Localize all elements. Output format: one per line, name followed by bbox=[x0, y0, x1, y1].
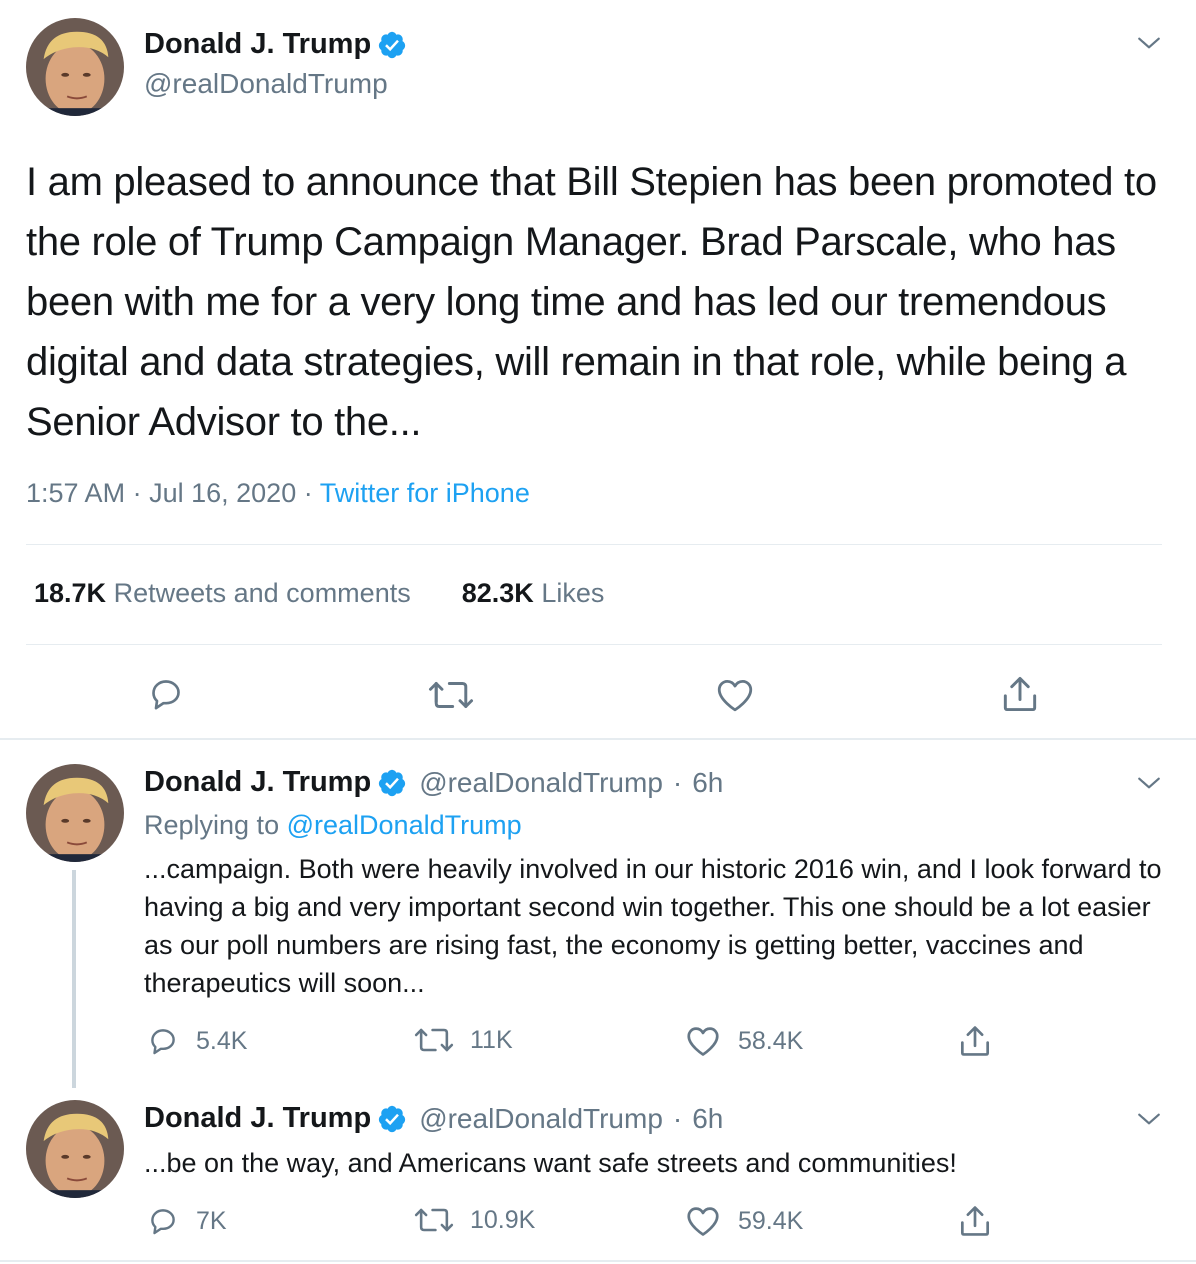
share-button[interactable] bbox=[956, 1202, 994, 1240]
main-tweet[interactable]: Donald J. Trump @realDonaldTrump I am pl… bbox=[0, 0, 1196, 740]
tweet-text: I am pleased to announce that Bill Stepi… bbox=[26, 160, 1157, 444]
share-button[interactable] bbox=[998, 672, 1042, 716]
reply-icon bbox=[146, 1204, 180, 1238]
likes-count: 82.3K bbox=[461, 578, 534, 608]
retweet-count: 10.9K bbox=[470, 1205, 536, 1234]
divider bbox=[26, 644, 1162, 645]
meta-separator: · bbox=[672, 766, 683, 798]
retweet-icon bbox=[428, 676, 474, 714]
avatar[interactable] bbox=[26, 764, 124, 862]
tweet-stats: 18.7K Retweets and comments 82.3K Likes bbox=[34, 578, 604, 609]
like-count: 58.4K bbox=[738, 1026, 804, 1055]
likes-stat[interactable]: 82.3K Likes bbox=[462, 578, 605, 608]
tweet-thread: Donald J. Trump @realDonaldTrump I am pl… bbox=[0, 0, 1196, 1264]
author-handle[interactable]: @realDonaldTrump bbox=[419, 1103, 663, 1135]
retweets-count: 18.7K bbox=[34, 578, 107, 608]
meta-separator: · bbox=[672, 1102, 683, 1134]
chevron-down-icon[interactable] bbox=[1136, 1106, 1162, 1132]
reply-count: 7K bbox=[196, 1206, 227, 1235]
time-ago[interactable]: 6h bbox=[692, 1103, 723, 1135]
retweet-count: 11K bbox=[470, 1025, 513, 1054]
like-button[interactable]: 58.4K bbox=[684, 1022, 803, 1060]
share-button[interactable] bbox=[956, 1022, 994, 1060]
tweet-text: ...campaign. Both were heavily involved … bbox=[144, 854, 1162, 998]
avatar[interactable] bbox=[26, 1100, 124, 1198]
like-button[interactable]: 59.4K bbox=[684, 1202, 803, 1240]
verified-badge-icon bbox=[377, 1104, 407, 1134]
share-icon bbox=[956, 1022, 994, 1060]
reply-button[interactable]: 7K bbox=[146, 1204, 227, 1238]
like-icon bbox=[684, 1202, 722, 1240]
author-handle[interactable]: @realDonaldTrump bbox=[419, 767, 663, 799]
reply-button[interactable]: 5.4K bbox=[146, 1024, 247, 1058]
replying-prefix: Replying to bbox=[144, 810, 280, 840]
retweet-button[interactable] bbox=[428, 676, 474, 714]
like-icon bbox=[684, 1022, 722, 1060]
replying-to: Replying to @realDonaldTrump bbox=[144, 810, 522, 841]
thread-line bbox=[72, 870, 76, 1088]
time-ago[interactable]: 6h bbox=[692, 767, 723, 799]
verified-badge-icon bbox=[377, 30, 407, 60]
tweet-source[interactable]: Twitter for iPhone bbox=[320, 478, 530, 508]
author-row: Donald J. Trump @realDonaldTrump · 6h bbox=[144, 766, 723, 799]
divider bbox=[26, 544, 1162, 545]
share-icon bbox=[956, 1202, 994, 1240]
divider bbox=[0, 1260, 1196, 1262]
avatar[interactable] bbox=[26, 18, 124, 116]
replying-to-link[interactable]: @realDonaldTrump bbox=[287, 810, 522, 840]
chevron-down-icon[interactable] bbox=[1136, 30, 1162, 56]
likes-label: Likes bbox=[541, 578, 605, 608]
author-row: Donald J. Trump bbox=[144, 28, 407, 61]
author-name[interactable]: Donald J. Trump bbox=[144, 1102, 371, 1135]
like-icon bbox=[714, 674, 756, 716]
meta-separator: · bbox=[303, 478, 313, 508]
share-icon bbox=[998, 672, 1042, 716]
tweet-text: ...be on the way, and Americans want saf… bbox=[144, 1148, 957, 1178]
chevron-down-icon[interactable] bbox=[1136, 770, 1162, 796]
author-name[interactable]: Donald J. Trump bbox=[144, 766, 371, 799]
tweet-meta: 1:57 AM · Jul 16, 2020 · Twitter for iPh… bbox=[26, 478, 530, 509]
retweet-icon bbox=[414, 1204, 454, 1236]
retweet-icon bbox=[414, 1024, 454, 1056]
author-handle[interactable]: @realDonaldTrump bbox=[144, 68, 388, 100]
retweets-label: Retweets and comments bbox=[113, 578, 411, 608]
like-count: 59.4K bbox=[738, 1206, 804, 1235]
tweet-time[interactable]: 1:57 AM bbox=[26, 478, 125, 508]
author-name[interactable]: Donald J. Trump bbox=[144, 28, 371, 61]
reply-icon bbox=[146, 674, 186, 714]
meta-separator: · bbox=[132, 478, 142, 508]
retweets-stat[interactable]: 18.7K Retweets and comments bbox=[34, 578, 411, 608]
reply-count: 5.4K bbox=[196, 1026, 248, 1055]
tweet-date[interactable]: Jul 16, 2020 bbox=[149, 478, 296, 508]
like-button[interactable] bbox=[714, 674, 756, 716]
retweet-button[interactable]: 11K bbox=[414, 1024, 513, 1056]
reply-button[interactable] bbox=[146, 674, 186, 714]
reply-icon bbox=[146, 1024, 180, 1058]
retweet-button[interactable]: 10.9K bbox=[414, 1204, 535, 1236]
author-row: Donald J. Trump @realDonaldTrump · 6h bbox=[144, 1102, 723, 1135]
verified-badge-icon bbox=[377, 768, 407, 798]
